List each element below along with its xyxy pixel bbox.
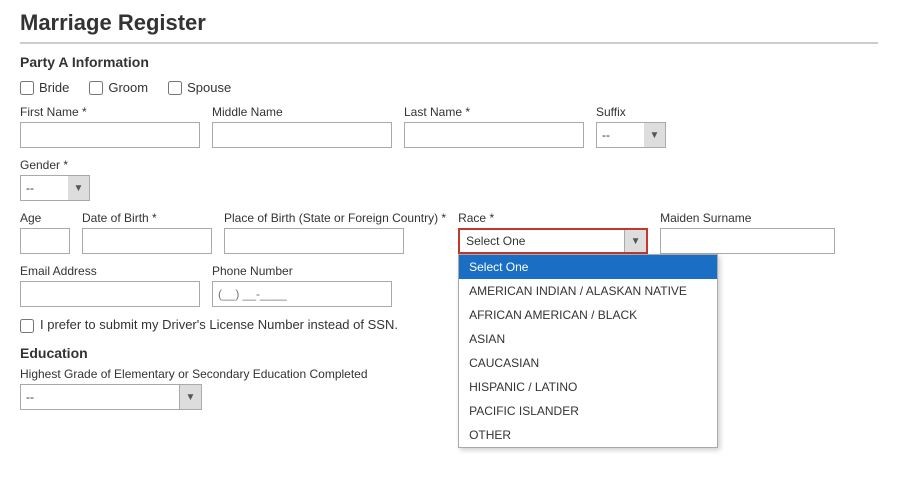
place-group: Place of Birth (State or Foreign Country… (224, 211, 446, 254)
first-name-input[interactable] (20, 122, 200, 148)
spouse-checkbox[interactable] (168, 81, 182, 95)
phone-label: Phone Number (212, 264, 392, 278)
age-label: Age (20, 211, 70, 225)
education-select[interactable]: -- (20, 384, 180, 410)
maiden-input[interactable] (660, 228, 835, 254)
phone-input[interactable] (212, 281, 392, 307)
age-input[interactable] (20, 228, 70, 254)
education-select-wrapper: -- ▼ (20, 384, 878, 410)
gender-group: Gender * -- ▼ (20, 158, 90, 201)
first-name-group: First Name * (20, 105, 200, 148)
prefer-checkbox-text: I prefer to submit my Driver's License N… (40, 317, 398, 332)
groom-label: Groom (108, 80, 148, 95)
education-heading: Education (20, 345, 878, 361)
race-option-caucasian[interactable]: CAUCASIAN (459, 351, 717, 375)
suffix-wrapper: -- ▼ (596, 122, 666, 148)
education-section: Education Highest Grade of Elementary or… (20, 345, 878, 410)
first-name-label: First Name * (20, 105, 200, 119)
maiden-group: Maiden Surname (660, 211, 835, 254)
race-select-display[interactable]: Select One ▼ (458, 228, 648, 254)
last-name-input[interactable] (404, 122, 584, 148)
gender-wrapper: -- ▼ (20, 175, 90, 201)
race-option-other[interactable]: OTHER (459, 423, 717, 447)
party-a-section: Party A Information Bride Groom Spouse F… (20, 54, 878, 333)
gender-arrow-icon: ▼ (68, 175, 90, 201)
race-option-african-american[interactable]: AFRICAN AMERICAN / BLACK (459, 303, 717, 327)
age-group: Age (20, 211, 70, 254)
maiden-label: Maiden Surname (660, 211, 835, 225)
gender-row: Gender * -- ▼ (20, 158, 878, 201)
race-dropdown-list: Select One AMERICAN INDIAN / ALASKAN NAT… (458, 254, 718, 448)
bride-checkbox-label[interactable]: Bride (20, 80, 69, 95)
place-label: Place of Birth (State or Foreign Country… (224, 211, 446, 225)
suffix-group: Suffix -- ▼ (596, 105, 666, 148)
race-option-select-one[interactable]: Select One (459, 255, 717, 279)
dob-label: Date of Birth * (82, 211, 212, 225)
race-dropdown-arrow[interactable]: ▼ (624, 230, 646, 252)
last-name-label: Last Name * (404, 105, 584, 119)
party-a-heading: Party A Information (20, 54, 878, 70)
suffix-select[interactable]: -- (596, 122, 646, 148)
dob-input[interactable] (82, 228, 212, 254)
dob-group: Date of Birth * (82, 211, 212, 254)
spouse-label: Spouse (187, 80, 231, 95)
education-field-group: Highest Grade of Elementary or Secondary… (20, 367, 878, 410)
groom-checkbox-label[interactable]: Groom (89, 80, 148, 95)
last-name-group: Last Name * (404, 105, 584, 148)
birth-race-row: Age Date of Birth * Place of Birth (Stat… (20, 211, 878, 254)
prefer-checkbox[interactable] (20, 319, 34, 333)
suffix-label: Suffix (596, 105, 666, 119)
middle-name-input[interactable] (212, 122, 392, 148)
groom-checkbox[interactable] (89, 81, 103, 95)
bride-checkbox[interactable] (20, 81, 34, 95)
name-row: First Name * Middle Name Last Name * Suf… (20, 105, 878, 148)
race-label: Race * (458, 211, 648, 225)
email-label: Email Address (20, 264, 200, 278)
place-input[interactable] (224, 228, 404, 254)
contact-row: Email Address Phone Number (20, 264, 878, 307)
education-field-label: Highest Grade of Elementary or Secondary… (20, 367, 878, 381)
email-input[interactable] (20, 281, 200, 307)
bride-label: Bride (39, 80, 69, 95)
phone-group: Phone Number (212, 264, 392, 307)
race-option-pacific-islander[interactable]: PACIFIC ISLANDER (459, 399, 717, 423)
spouse-checkbox-label[interactable]: Spouse (168, 80, 231, 95)
suffix-arrow-icon: ▼ (644, 122, 666, 148)
gender-select[interactable]: -- (20, 175, 70, 201)
middle-name-label: Middle Name (212, 105, 392, 119)
page-title: Marriage Register (20, 10, 878, 44)
middle-name-group: Middle Name (212, 105, 392, 148)
race-option-hispanic[interactable]: HISPANIC / LATINO (459, 375, 717, 399)
race-group: Race * Select One ▼ Select One AMERICAN … (458, 211, 648, 254)
race-container: Select One ▼ Select One AMERICAN INDIAN … (458, 228, 648, 254)
email-group: Email Address (20, 264, 200, 307)
education-arrow-icon: ▼ (180, 384, 202, 410)
race-option-asian[interactable]: ASIAN (459, 327, 717, 351)
role-checkboxes: Bride Groom Spouse (20, 80, 878, 95)
prefer-checkbox-row: I prefer to submit my Driver's License N… (20, 317, 878, 333)
race-option-american-indian[interactable]: AMERICAN INDIAN / ALASKAN NATIVE (459, 279, 717, 303)
race-selected-value: Select One (460, 234, 624, 248)
gender-label: Gender * (20, 158, 90, 172)
